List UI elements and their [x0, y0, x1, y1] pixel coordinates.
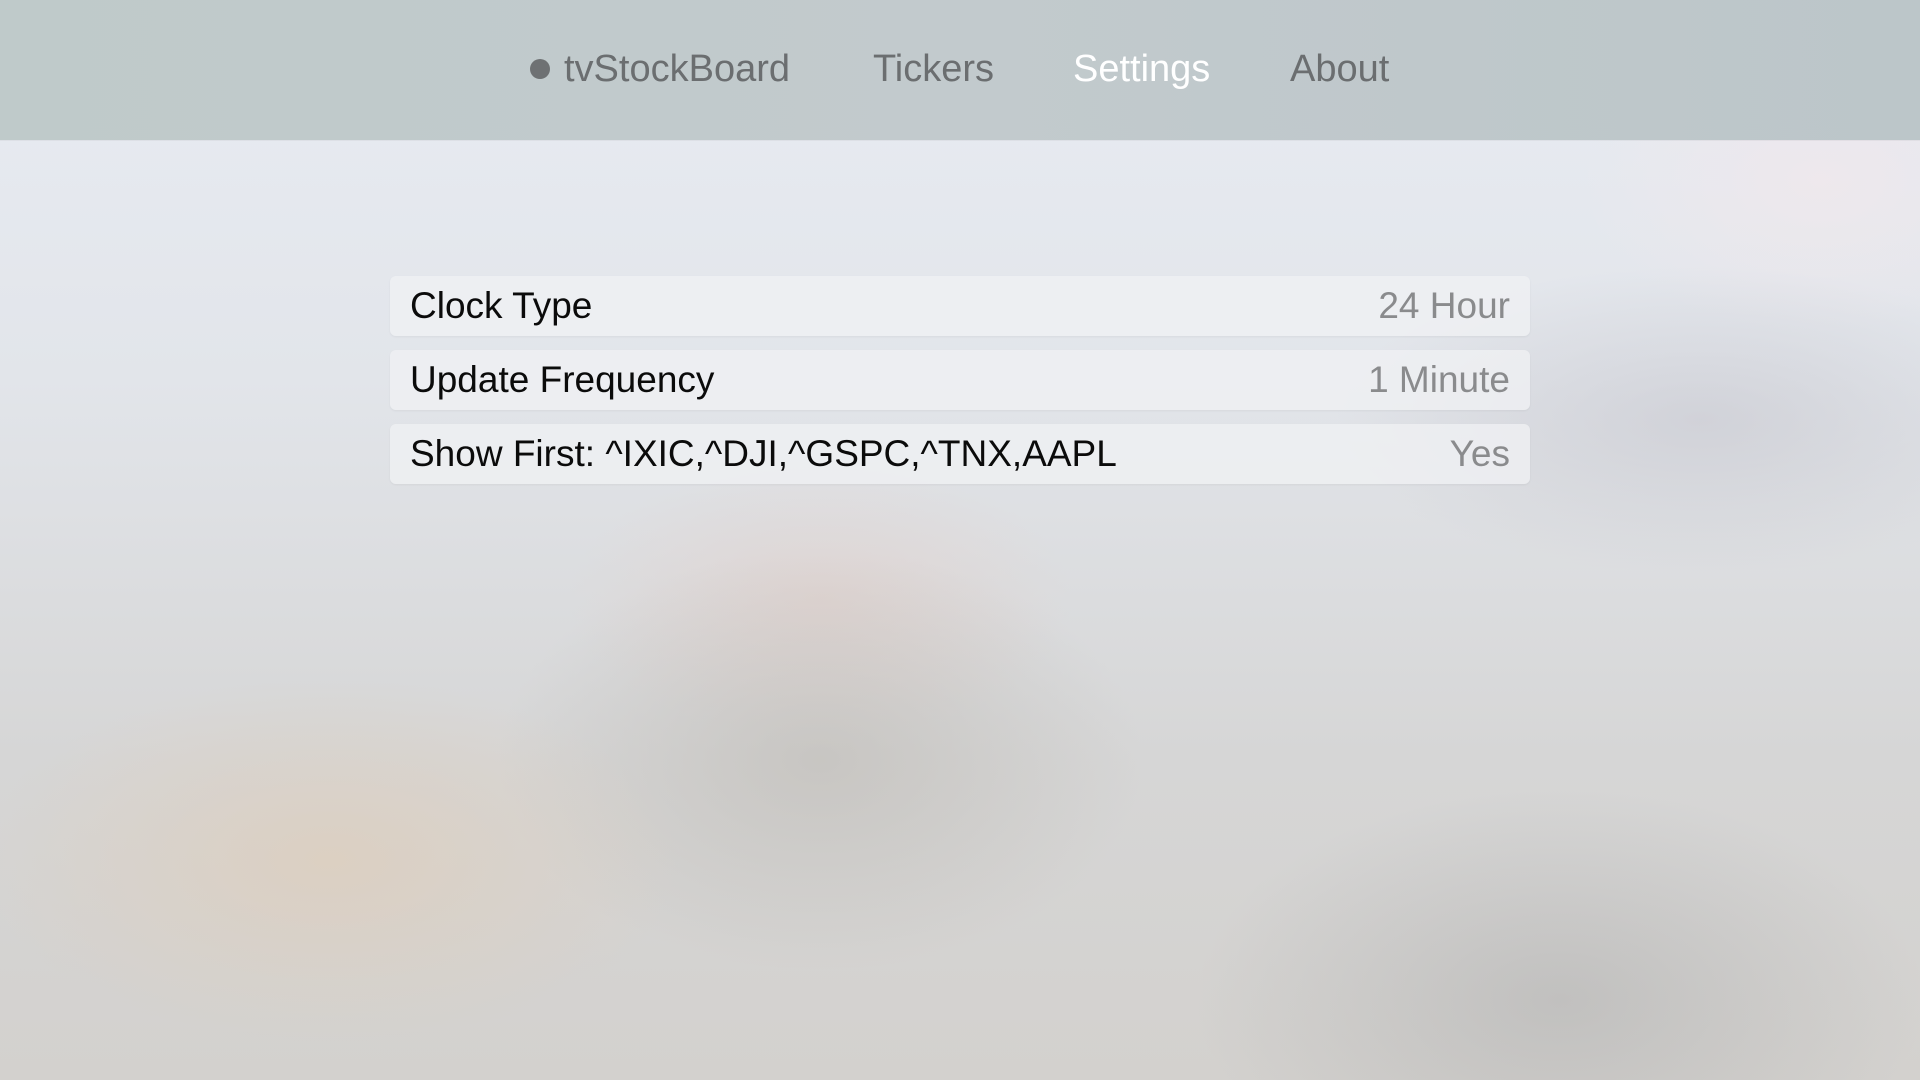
setting-value: Yes: [1449, 433, 1510, 474]
setting-value: 1 Minute: [1368, 359, 1510, 400]
tab-brand-tvstockboard[interactable]: tvStockBoard: [530, 45, 790, 93]
tab-settings[interactable]: Settings: [1073, 45, 1210, 93]
setting-label: Clock Type: [410, 285, 593, 326]
setting-show-first[interactable]: Show First: ^IXIC,^DJI,^GSPC,^TNX,AAPL Y…: [390, 424, 1530, 484]
setting-update-frequency[interactable]: Update Frequency 1 Minute: [390, 350, 1530, 410]
setting-label: Show First: ^IXIC,^DJI,^GSPC,^TNX,AAPL: [410, 433, 1117, 474]
tab-tickers[interactable]: Tickers: [873, 45, 994, 93]
top-navigation-bar: tvStockBoard Tickers Settings About: [0, 0, 1920, 140]
settings-list: Clock Type 24 Hour Update Frequency 1 Mi…: [390, 276, 1530, 498]
tab-bar: tvStockBoard Tickers Settings About: [0, 0, 1920, 140]
status-dot-icon: [530, 59, 550, 79]
setting-label: Update Frequency: [410, 359, 715, 400]
setting-clock-type[interactable]: Clock Type 24 Hour: [390, 276, 1530, 336]
tab-about[interactable]: About: [1290, 45, 1389, 93]
setting-value: 24 Hour: [1378, 285, 1510, 326]
brand-label: tvStockBoard: [564, 48, 790, 90]
